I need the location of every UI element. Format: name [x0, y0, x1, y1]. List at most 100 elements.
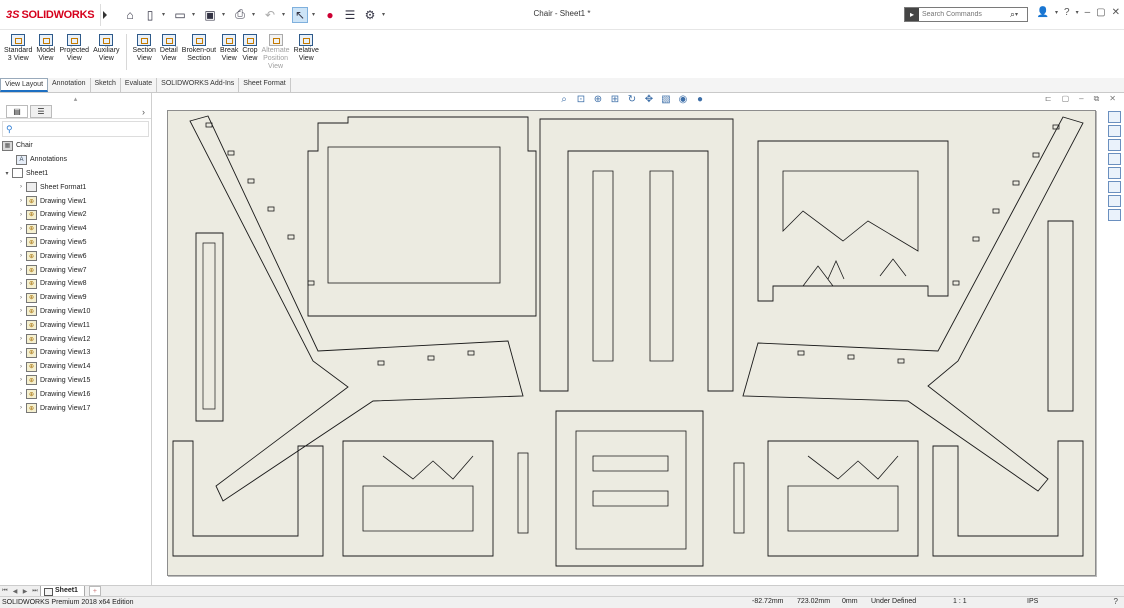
search-scope-icon[interactable]: ▸ [905, 8, 919, 21]
expand-arrow-icon[interactable]: › [16, 198, 26, 204]
design-library-icon[interactable] [1108, 125, 1121, 137]
tree-item-drawing-view[interactable]: › ⊕ Drawing View12 [2, 332, 151, 346]
tree-item-drawing-view[interactable]: › ⊕ Drawing View13 [2, 346, 151, 360]
tree-item-drawing-view[interactable]: › ⊕ Drawing View4 [2, 222, 151, 236]
select-pointer-icon[interactable]: ↖ [292, 6, 308, 23]
save-dropdown-caret[interactable]: ▾ [222, 11, 228, 18]
first-sheet-icon[interactable]: ⏮ [0, 586, 10, 596]
next-sheet-icon[interactable]: ▶ [20, 586, 30, 596]
tree-item-drawing-view[interactable]: › ⊕ Drawing View14 [2, 360, 151, 374]
expand-arrow-icon[interactable]: › [16, 295, 26, 301]
tile-window-icon[interactable]: ⧉ [1094, 94, 1100, 104]
collapse-arrow-icon[interactable]: ▾ [2, 170, 12, 177]
view-palette-icon[interactable] [1108, 153, 1121, 165]
undo-dropdown-caret[interactable]: ▾ [282, 11, 288, 18]
break-view-button[interactable]: Break View [220, 34, 238, 63]
tab-annotation[interactable]: Annotation [48, 78, 91, 92]
tree-item-drawing-view[interactable]: › ⊕ Drawing View6 [2, 249, 151, 263]
rebuild-traffic-light-icon[interactable]: ● [322, 7, 338, 23]
solidworks-resources-icon[interactable] [1108, 111, 1121, 123]
file-properties-icon[interactable]: ☰ [342, 7, 358, 23]
feature-manager-tab-icon[interactable]: ▤ [6, 105, 28, 118]
help-icon[interactable]: ? [1064, 7, 1070, 18]
print-icon[interactable]: ⎙ [232, 7, 248, 23]
user-icon[interactable]: 👤 [1037, 7, 1049, 18]
apply-scene-icon[interactable]: ● [693, 94, 707, 105]
search-commands-box[interactable]: ▸ ⌕ ▾ [904, 7, 1028, 22]
user-dropdown-caret[interactable]: ▾ [1055, 9, 1058, 16]
expand-arrow-icon[interactable]: › [16, 226, 26, 232]
minimize-icon[interactable]: – [1085, 7, 1091, 18]
alternate-position-view-button[interactable]: Alternate Position View [262, 34, 290, 71]
hide-show-items-icon[interactable]: ◉ [676, 94, 690, 105]
undo-icon[interactable]: ↶ [262, 7, 278, 23]
print-dropdown-caret[interactable]: ▾ [252, 11, 258, 18]
help-icon[interactable]: ? [1114, 597, 1118, 606]
open-folder-icon[interactable]: ▭ [172, 7, 188, 23]
search-dropdown-caret[interactable]: ▾ [1015, 11, 1021, 18]
save-icon[interactable]: ▣ [202, 7, 218, 23]
tab-sketch[interactable]: Sketch [91, 78, 121, 92]
expand-arrow-icon[interactable]: › [16, 377, 26, 383]
custom-properties-icon[interactable] [1108, 181, 1121, 193]
panel-collapse-grip[interactable]: ▴ [0, 93, 151, 105]
new-dropdown-caret[interactable]: ▾ [162, 11, 168, 18]
expand-arrow-icon[interactable]: › [16, 308, 26, 314]
section-view-button[interactable]: Section View [133, 34, 156, 63]
tab-evaluate[interactable]: Evaluate [121, 78, 158, 92]
model-view-button[interactable]: Model View [36, 34, 56, 63]
projected-view-button[interactable]: Projected View [60, 34, 89, 63]
tree-item-drawing-view[interactable]: › ⊕ Drawing View17 [2, 401, 151, 415]
zoom-to-fit-icon[interactable]: ⌕ [557, 94, 571, 105]
close-window-icon[interactable]: ✕ [1109, 94, 1116, 104]
home-icon[interactable]: ⌂ [122, 7, 138, 23]
split-window-icon[interactable]: ⊏ [1045, 94, 1052, 104]
tab-view-layout[interactable]: View Layout [0, 78, 49, 92]
broken-out-section-button[interactable]: Broken-out Section [182, 34, 216, 63]
select-dropdown-caret[interactable]: ▾ [312, 11, 318, 18]
expand-arrow-icon[interactable]: › [16, 239, 26, 245]
add-sheet-icon[interactable]: + [88, 586, 101, 596]
tree-filter[interactable]: ⚲ [2, 121, 149, 137]
tree-item-drawing-view[interactable]: › ⊕ Drawing View11 [2, 318, 151, 332]
standard-3-view-button[interactable]: Standard 3 View [4, 34, 32, 63]
gear-icon[interactable]: ⚙ [362, 7, 378, 23]
expand-arrow-icon[interactable]: › [16, 253, 26, 259]
tree-item-drawing-view[interactable]: › ⊕ Drawing View15 [2, 374, 151, 388]
expand-arrow-icon[interactable]: › [16, 322, 26, 328]
expand-arrow-icon[interactable]: › [16, 350, 26, 356]
tree-item-drawing-view[interactable]: › ⊕ Drawing View8 [2, 277, 151, 291]
tree-item-drawing-view[interactable]: › ⊕ Drawing View10 [2, 305, 151, 319]
tree-item-drawing-view[interactable]: › ⊕ Drawing View16 [2, 387, 151, 401]
options-dropdown-caret[interactable]: ▾ [382, 11, 388, 18]
rotate-view-icon[interactable]: ↻ [625, 94, 639, 105]
tree-item-drawing-view[interactable]: › ⊕ Drawing View9 [2, 291, 151, 305]
display-style-icon[interactable]: ▧ [659, 94, 673, 105]
open-dropdown-caret[interactable]: ▾ [192, 11, 198, 18]
solidworks-forum-icon[interactable] [1108, 195, 1121, 207]
expand-arrow-icon[interactable]: › [16, 391, 26, 397]
previous-sheet-icon[interactable]: ◀ [10, 586, 20, 596]
expand-arrow-icon[interactable]: › [16, 281, 26, 287]
crop-view-button[interactable]: Crop View [242, 34, 258, 63]
sheet-scale[interactable]: 1 : 1 [953, 598, 967, 605]
property-manager-tab-icon[interactable]: ☰ [30, 105, 52, 118]
appearances-scenes-icon[interactable] [1108, 167, 1121, 179]
tree-item-annotations[interactable]: A Annotations [2, 153, 151, 167]
auxiliary-view-button[interactable]: Auxiliary View [93, 34, 120, 63]
tree-item-sheet-format[interactable]: › Sheet Format1 [2, 180, 151, 194]
minimize-window-icon[interactable]: – [1079, 94, 1083, 104]
expand-arrow-icon[interactable]: › [16, 336, 26, 342]
chevron-right-icon[interactable]: › [142, 107, 145, 117]
unit-system[interactable]: IPS [1027, 598, 1038, 605]
tree-item-sheet[interactable]: ▾ Sheet1 [2, 167, 151, 181]
expand-arrow-icon[interactable]: › [16, 267, 26, 273]
menu-flyout-arrow[interactable] [100, 3, 108, 26]
expand-arrow-icon[interactable]: › [16, 184, 26, 190]
close-icon[interactable]: ✕ [1112, 7, 1120, 18]
expand-arrow-icon[interactable]: › [16, 364, 26, 370]
graphics-area[interactable]: ⌕ ⊡ ⊕ ⊞ ↻ ✥ ▧ ◉ ● ⊏ ▢ – ⧉ ✕ [153, 93, 1124, 585]
tree-item-drawing-view[interactable]: › ⊕ Drawing View2 [2, 208, 151, 222]
detail-view-button[interactable]: Detail View [160, 34, 178, 63]
sheet-tab[interactable]: Sheet1 [40, 585, 85, 597]
